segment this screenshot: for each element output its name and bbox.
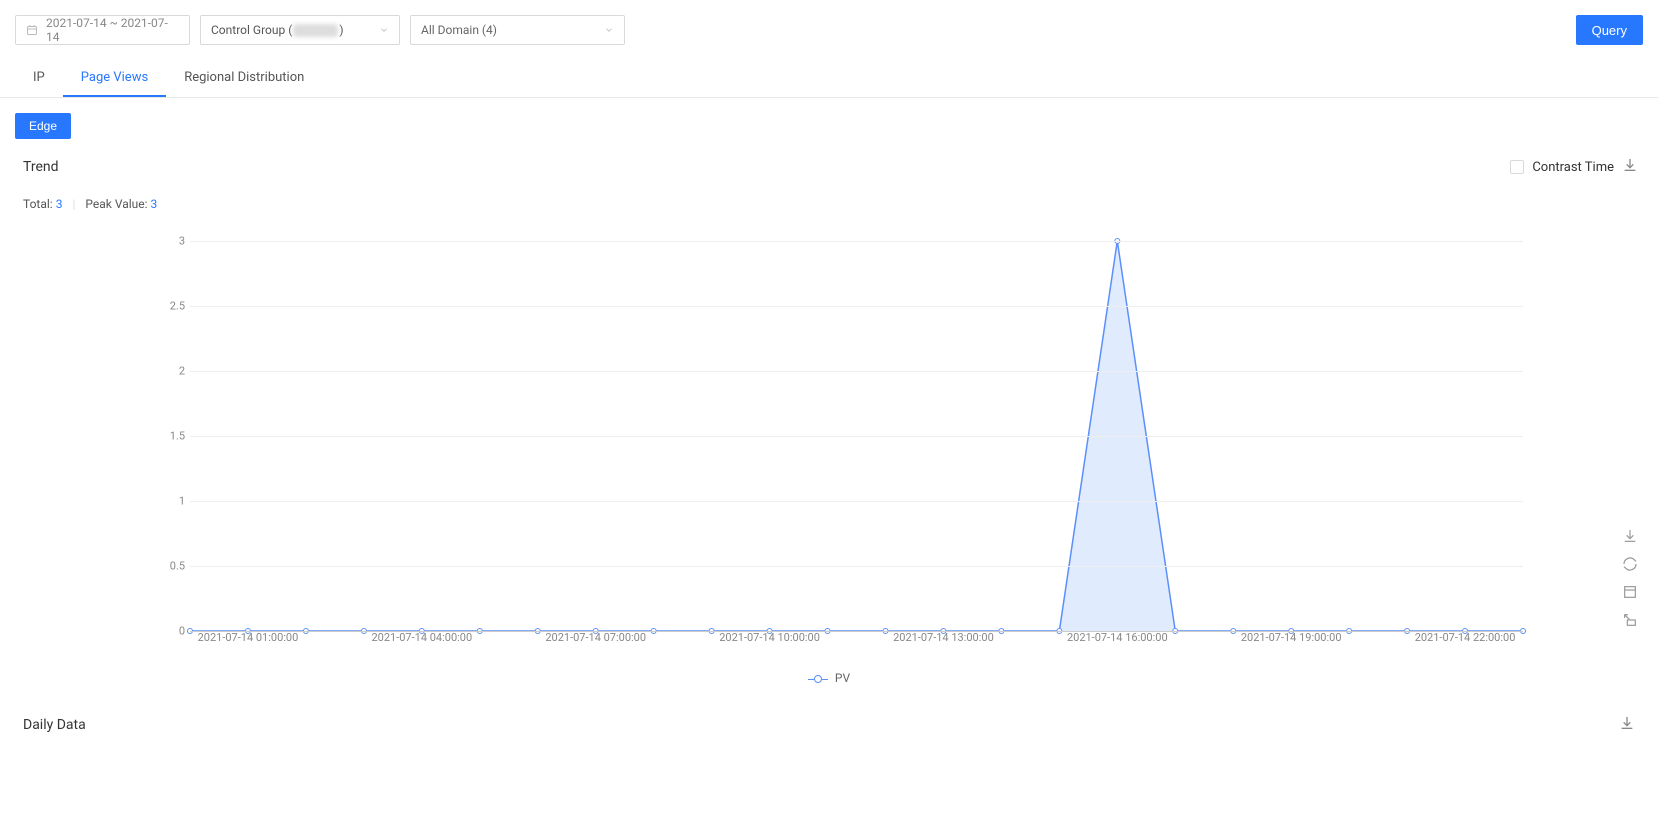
calendar-icon (26, 24, 38, 36)
chart: 0 0.5 1 1.5 2 2.5 3 2021-07-14 01:00:00 2021-07… (115, 231, 1543, 661)
total-label: Total: (23, 197, 56, 211)
contrast-time-label: Contrast Time (1532, 160, 1614, 175)
query-button[interactable]: Query (1576, 15, 1643, 45)
x-tick-label: 2021-07-14 07:00:00 (545, 631, 646, 644)
download-icon[interactable] (1622, 528, 1638, 544)
control-group-value: Control Group () (211, 23, 344, 37)
tab-ip[interactable]: IP (15, 60, 63, 97)
x-tick-label: 2021-07-14 13:00:00 (893, 631, 994, 644)
contrast-time-checkbox[interactable] (1510, 160, 1524, 174)
trend-title: Trend (23, 159, 59, 175)
refresh-icon[interactable] (1622, 556, 1638, 572)
x-tick-label: 2021-07-14 01:00:00 (198, 631, 299, 644)
x-tick-label: 2021-07-14 10:00:00 (719, 631, 820, 644)
filter-bar: 2021-07-14 ~ 2021-07-14 Control Group ()… (0, 0, 1658, 55)
domain-select[interactable]: All Domain (4) (410, 15, 625, 45)
chart-toolbar (1622, 528, 1638, 628)
daily-data-title: Daily Data (23, 717, 86, 733)
y-tick-label: 2.5 (155, 299, 185, 312)
legend-series-label: PV (835, 671, 850, 685)
date-range-picker[interactable]: 2021-07-14 ~ 2021-07-14 (15, 15, 190, 45)
x-tick-label: 2021-07-14 19:00:00 (1241, 631, 1342, 644)
edge-button[interactable]: Edge (15, 113, 71, 139)
redacted-text (293, 24, 338, 37)
peak-value: 3 (151, 197, 158, 211)
legend-marker-icon (808, 674, 828, 684)
tab-regional-distribution[interactable]: Regional Distribution (166, 60, 322, 97)
tab-page-views[interactable]: Page Views (63, 60, 166, 97)
reset-icon[interactable] (1622, 612, 1638, 628)
x-tick-label: 2021-07-14 04:00:00 (371, 631, 472, 644)
x-tick-label: 2021-07-14 22:00:00 (1415, 631, 1516, 644)
zoom-icon[interactable] (1622, 584, 1638, 600)
date-range-value: 2021-07-14 ~ 2021-07-14 (46, 16, 179, 44)
chart-legend: PV (15, 671, 1643, 685)
y-tick-label: 3 (155, 235, 185, 248)
y-tick-label: 2 (155, 364, 185, 377)
tabs: IPPage ViewsRegional Distribution (0, 60, 1658, 98)
daily-data-header: Daily Data (23, 715, 1635, 735)
domain-value: All Domain (4) (421, 23, 497, 37)
peak-label: Peak Value: (85, 197, 150, 211)
chevron-down-icon (379, 25, 389, 35)
chevron-down-icon (604, 25, 614, 35)
download-icon[interactable] (1619, 715, 1635, 735)
y-tick-label: 0.5 (155, 560, 185, 573)
trend-header: Trend Contrast Time (15, 157, 1643, 177)
x-tick-label: 2021-07-14 16:00:00 (1067, 631, 1168, 644)
y-tick-label: 1 (155, 494, 185, 507)
y-tick-label: 1.5 (155, 430, 185, 443)
download-icon[interactable] (1622, 157, 1638, 177)
control-group-select[interactable]: Control Group () (200, 15, 400, 45)
total-value: 3 (56, 197, 63, 211)
y-tick-label: 0 (155, 625, 185, 638)
stats-row: Total: 3 | Peak Value: 3 (23, 197, 1643, 211)
